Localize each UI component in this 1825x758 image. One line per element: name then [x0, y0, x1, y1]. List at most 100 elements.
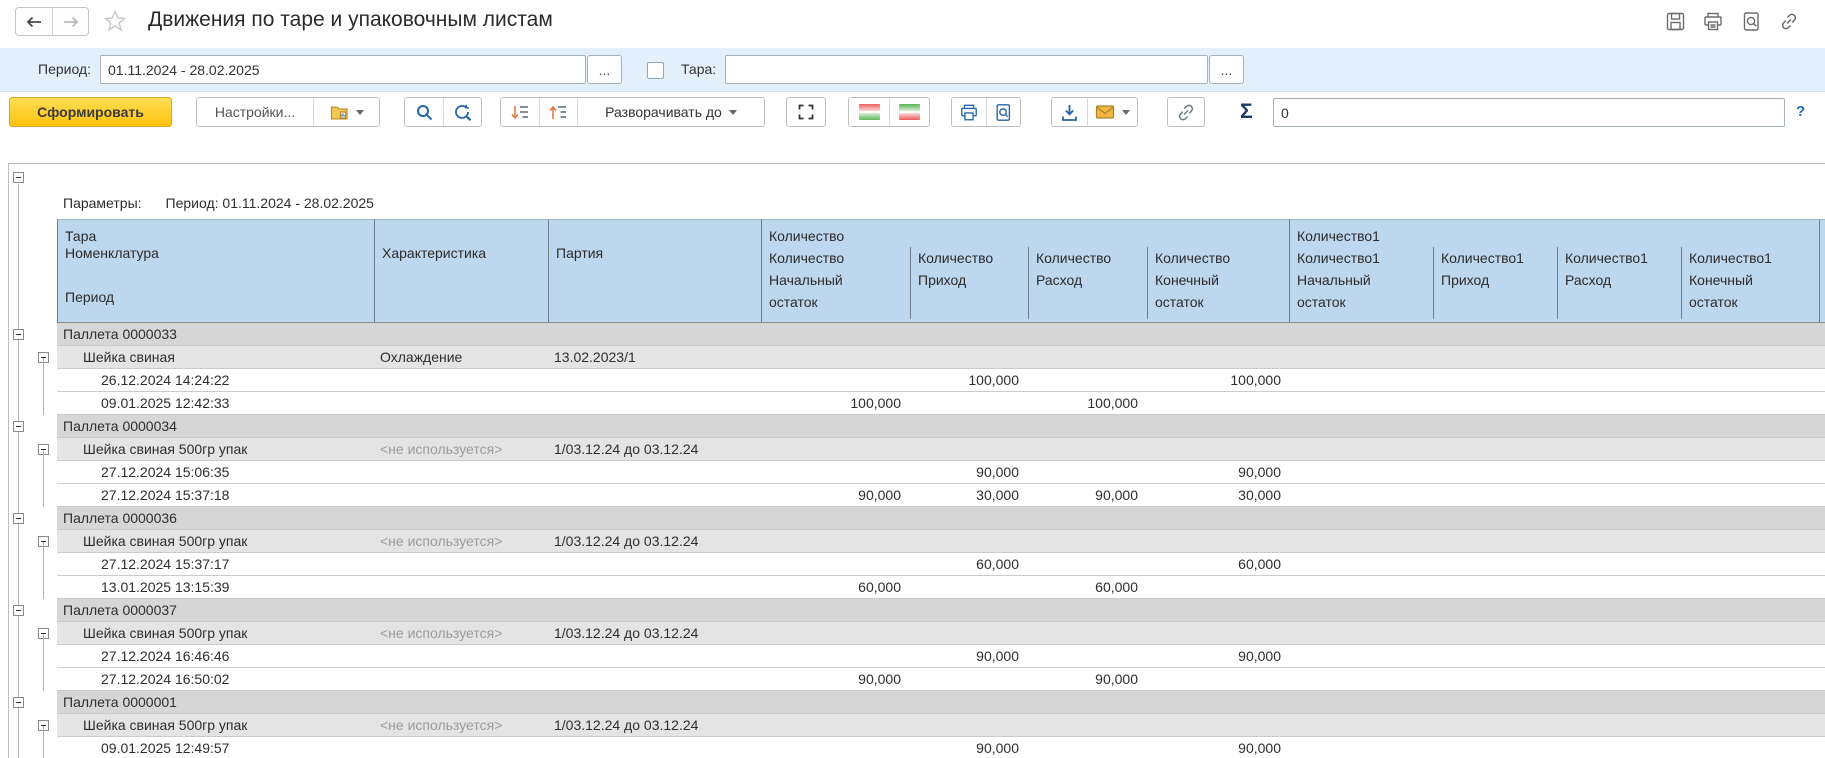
cell-characteristic[interactable]: <не используется> — [374, 438, 548, 461]
cell-q-in[interactable]: 90,000 — [909, 645, 1027, 668]
cell-characteristic[interactable] — [374, 323, 548, 346]
cell-q1-out[interactable] — [1556, 323, 1680, 346]
cell-q-out[interactable] — [1027, 369, 1146, 392]
cell-q1-begin[interactable] — [1289, 438, 1432, 461]
cell-q1-out[interactable] — [1556, 714, 1680, 737]
cell-q1-begin[interactable] — [1289, 576, 1432, 599]
cell-q-end[interactable] — [1146, 622, 1289, 645]
tara-checkbox[interactable] — [647, 62, 664, 79]
cell-characteristic[interactable] — [374, 507, 548, 530]
cell-name[interactable]: 09.01.2025 12:42:33 — [57, 392, 374, 415]
cell-q1-out[interactable] — [1556, 415, 1680, 438]
cell-q1-begin[interactable] — [1289, 599, 1432, 622]
cell-q-begin[interactable]: 90,000 — [761, 484, 909, 507]
cell-q-in[interactable]: 90,000 — [909, 461, 1027, 484]
cell-name[interactable]: 27.12.2024 15:06:35 — [57, 461, 374, 484]
cell-q1-begin[interactable] — [1289, 530, 1432, 553]
cell-q-out[interactable] — [1027, 691, 1146, 714]
cell-q-end[interactable]: 90,000 — [1146, 645, 1289, 668]
cell-characteristic[interactable] — [374, 553, 548, 576]
cell-q1-end[interactable] — [1680, 415, 1819, 438]
print-button[interactable] — [1701, 9, 1725, 33]
cell-q-in[interactable]: 30,000 — [909, 484, 1027, 507]
cell-q-begin[interactable] — [761, 438, 909, 461]
cell-batch[interactable] — [548, 599, 761, 622]
cell-characteristic[interactable] — [374, 668, 548, 691]
sum-input[interactable] — [1273, 98, 1785, 127]
cell-name[interactable]: Шейка свиная — [57, 346, 374, 369]
cell-q1-begin[interactable] — [1289, 461, 1432, 484]
cell-q-out[interactable] — [1027, 415, 1146, 438]
cell-q1-out[interactable] — [1556, 392, 1680, 415]
cell-q-begin[interactable] — [761, 530, 909, 553]
search-button[interactable] — [405, 98, 443, 126]
cell-q-in[interactable] — [909, 507, 1027, 530]
cell-batch[interactable] — [548, 461, 761, 484]
cell-characteristic[interactable] — [374, 461, 548, 484]
cell-q1-in[interactable] — [1432, 691, 1556, 714]
cell-q-out[interactable] — [1027, 461, 1146, 484]
period-input[interactable] — [100, 55, 586, 84]
cell-q-end[interactable] — [1146, 714, 1289, 737]
cell-q1-end[interactable] — [1680, 622, 1819, 645]
get-link-button[interactable] — [1777, 9, 1801, 33]
cell-q-begin[interactable] — [761, 622, 909, 645]
cell-batch[interactable] — [548, 392, 761, 415]
cell-batch[interactable] — [548, 415, 761, 438]
cell-batch[interactable] — [548, 507, 761, 530]
cell-q-in[interactable] — [909, 530, 1027, 553]
cell-q1-begin[interactable] — [1289, 507, 1432, 530]
cell-q-in[interactable] — [909, 415, 1027, 438]
cell-q1-end[interactable] — [1680, 484, 1819, 507]
cell-q-begin[interactable] — [761, 645, 909, 668]
cell-q1-out[interactable] — [1556, 507, 1680, 530]
cell-name[interactable]: Шейка свиная 500гр упак — [57, 530, 374, 553]
cell-q1-begin[interactable] — [1289, 691, 1432, 714]
cell-batch[interactable]: 1/03.12.24 до 03.12.24 — [548, 714, 761, 737]
forward-button[interactable] — [52, 8, 88, 35]
cell-q1-out[interactable] — [1556, 346, 1680, 369]
cell-q1-end[interactable] — [1680, 691, 1819, 714]
cell-q1-out[interactable] — [1556, 576, 1680, 599]
cell-batch[interactable] — [548, 323, 761, 346]
cell-q-begin[interactable] — [761, 714, 909, 737]
cell-name[interactable]: 13.01.2025 13:15:39 — [57, 576, 374, 599]
cell-batch[interactable] — [548, 576, 761, 599]
cell-characteristic[interactable]: Охлаждение — [374, 346, 548, 369]
cell-q-in[interactable]: 60,000 — [909, 553, 1027, 576]
report-link-button[interactable] — [1167, 97, 1205, 127]
cell-q1-in[interactable] — [1432, 599, 1556, 622]
cell-q1-begin[interactable] — [1289, 369, 1432, 392]
cell-q1-end[interactable] — [1680, 461, 1819, 484]
cell-q-out[interactable] — [1027, 438, 1146, 461]
cell-q1-out[interactable] — [1556, 599, 1680, 622]
cell-q1-begin[interactable] — [1289, 553, 1432, 576]
cell-q-begin[interactable] — [761, 346, 909, 369]
cell-q1-end[interactable] — [1680, 346, 1819, 369]
cell-characteristic[interactable] — [374, 691, 548, 714]
cell-q-begin[interactable] — [761, 415, 909, 438]
cell-name[interactable]: Паллета 0000037 — [57, 599, 374, 622]
cell-q-end[interactable]: 90,000 — [1146, 737, 1289, 758]
cell-q-out[interactable]: 90,000 — [1027, 668, 1146, 691]
cell-characteristic[interactable] — [374, 484, 548, 507]
row-expander[interactable] — [13, 329, 24, 340]
cell-q-out[interactable] — [1027, 553, 1146, 576]
save-file-button[interactable] — [1052, 98, 1087, 126]
cell-q1-in[interactable] — [1432, 737, 1556, 758]
cell-q1-end[interactable] — [1680, 507, 1819, 530]
fullscreen-button[interactable] — [786, 97, 826, 127]
cell-q1-in[interactable] — [1432, 415, 1556, 438]
cell-q1-in[interactable] — [1432, 645, 1556, 668]
cell-q-in[interactable] — [909, 714, 1027, 737]
cell-q1-in[interactable] — [1432, 346, 1556, 369]
cell-q1-begin[interactable] — [1289, 714, 1432, 737]
cell-batch[interactable]: 1/03.12.24 до 03.12.24 — [548, 530, 761, 553]
cell-q1-end[interactable] — [1680, 553, 1819, 576]
cell-name[interactable]: Шейка свиная 500гр упак — [57, 622, 374, 645]
cell-q1-in[interactable] — [1432, 530, 1556, 553]
cell-q-out[interactable] — [1027, 323, 1146, 346]
cell-q-in[interactable] — [909, 668, 1027, 691]
cell-q-in[interactable] — [909, 346, 1027, 369]
cell-q-end[interactable] — [1146, 668, 1289, 691]
